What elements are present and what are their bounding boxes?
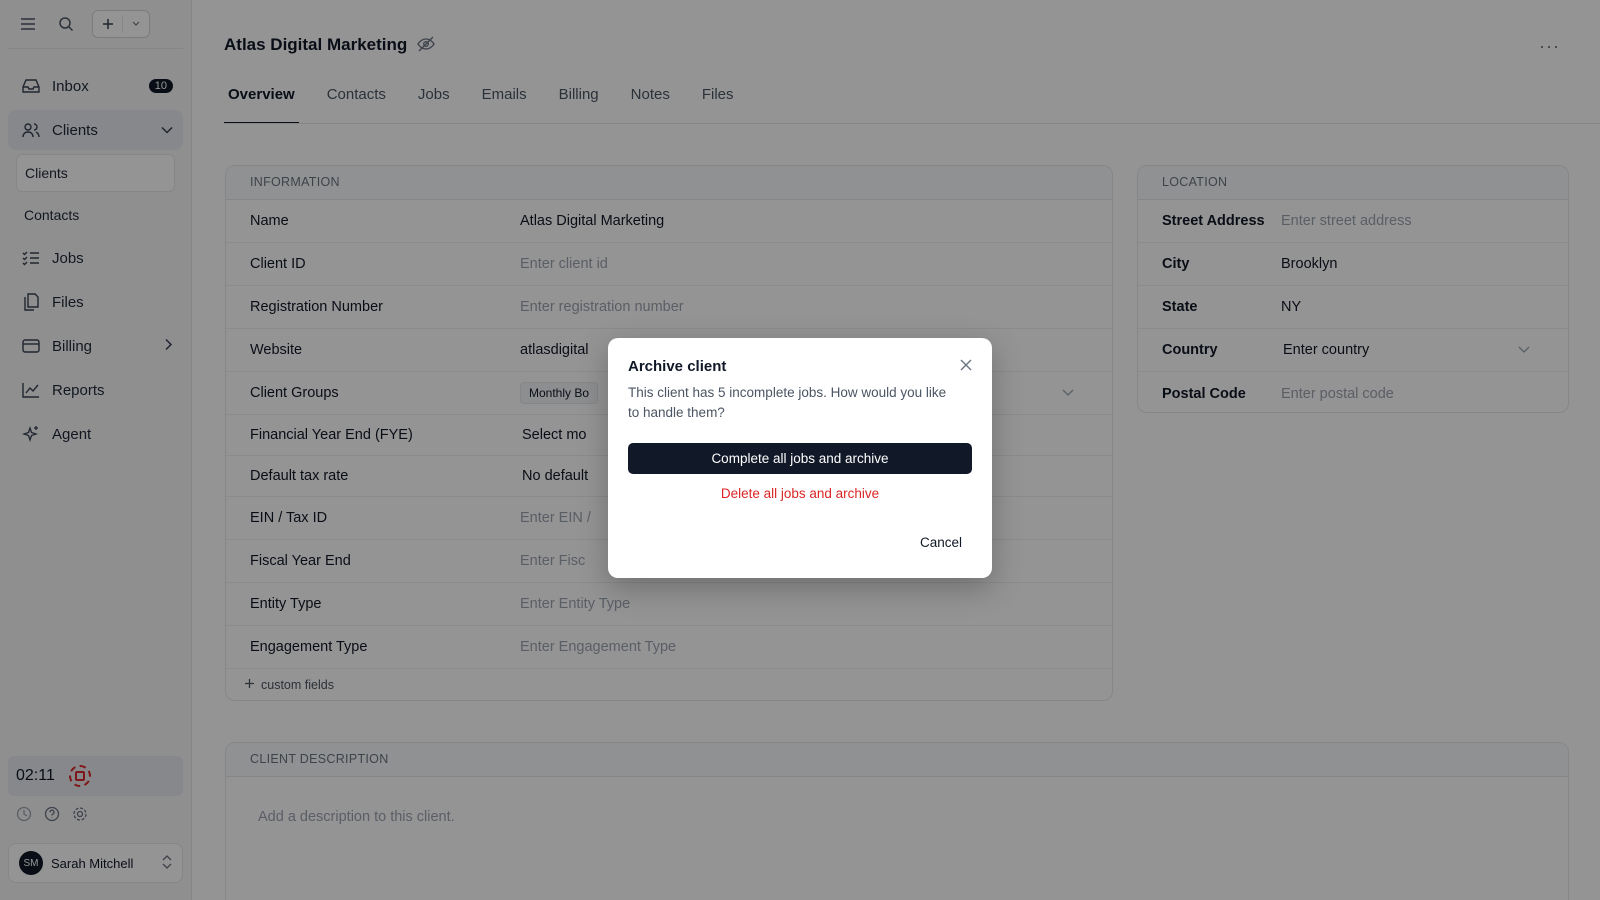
dialog-title: Archive client <box>628 358 727 375</box>
complete-and-archive-button[interactable]: Complete all jobs and archive <box>628 443 972 474</box>
close-icon[interactable] <box>960 358 972 376</box>
archive-client-dialog: Archive client This client has 5 incompl… <box>608 338 992 578</box>
delete-and-archive-button[interactable]: Delete all jobs and archive <box>628 486 972 501</box>
dialog-message: This client has 5 incomplete jobs. How w… <box>628 385 947 420</box>
cancel-button[interactable]: Cancel <box>920 535 962 550</box>
